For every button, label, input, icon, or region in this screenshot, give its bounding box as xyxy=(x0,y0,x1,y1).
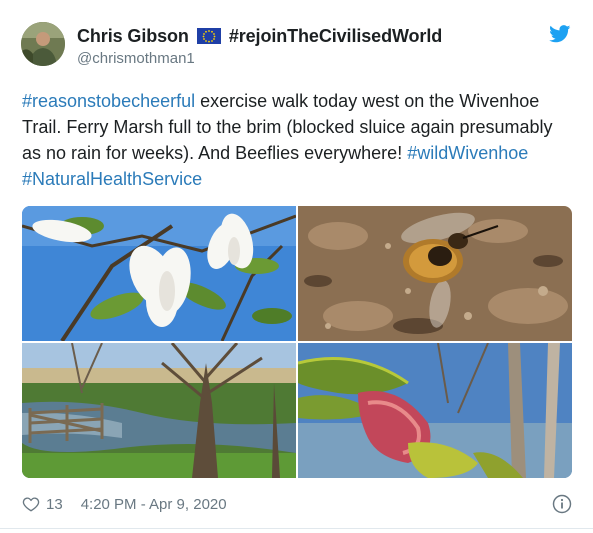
magnolia-photo[interactable] xyxy=(22,206,296,341)
leaf-bud-photo[interactable] xyxy=(298,343,572,478)
avatar[interactable] xyxy=(21,22,65,66)
tweet-footer: 13 4:20 PM - Apr 9, 2020 xyxy=(22,493,227,515)
author-display-name[interactable]: Chris Gibson xyxy=(77,26,189,47)
eu-flag-icon xyxy=(196,28,221,44)
hashtag-link[interactable]: #NaturalHealthService xyxy=(22,169,202,189)
hashtag-link[interactable]: #wildWivenhoe xyxy=(407,143,528,163)
heart-icon[interactable] xyxy=(22,495,40,513)
author-name-row[interactable]: Chris Gibson #rejoinTheCivilisedWorld xyxy=(77,25,442,47)
tweet-text: #reasonstobecheerful exercise walk today… xyxy=(22,88,572,192)
twitter-bird-icon[interactable] xyxy=(549,25,571,43)
tweet-timestamp[interactable]: 4:20 PM - Apr 9, 2020 xyxy=(81,496,227,513)
like-count[interactable]: 13 xyxy=(46,496,63,513)
author-handle[interactable]: @chrismothman1 xyxy=(77,50,195,67)
info-icon[interactable] xyxy=(552,494,572,514)
bottom-divider xyxy=(0,528,593,529)
flooded-marsh-photo[interactable] xyxy=(22,343,296,478)
author-name-suffix[interactable]: #rejoinTheCivilisedWorld xyxy=(229,26,442,47)
embedded-tweet: Chris Gibson #rejoinTheCivilisedWorld @c… xyxy=(0,0,593,533)
beefly-photo[interactable] xyxy=(298,206,572,341)
hashtag-link[interactable]: #reasonstobecheerful xyxy=(22,91,195,111)
media-grid xyxy=(22,206,572,478)
